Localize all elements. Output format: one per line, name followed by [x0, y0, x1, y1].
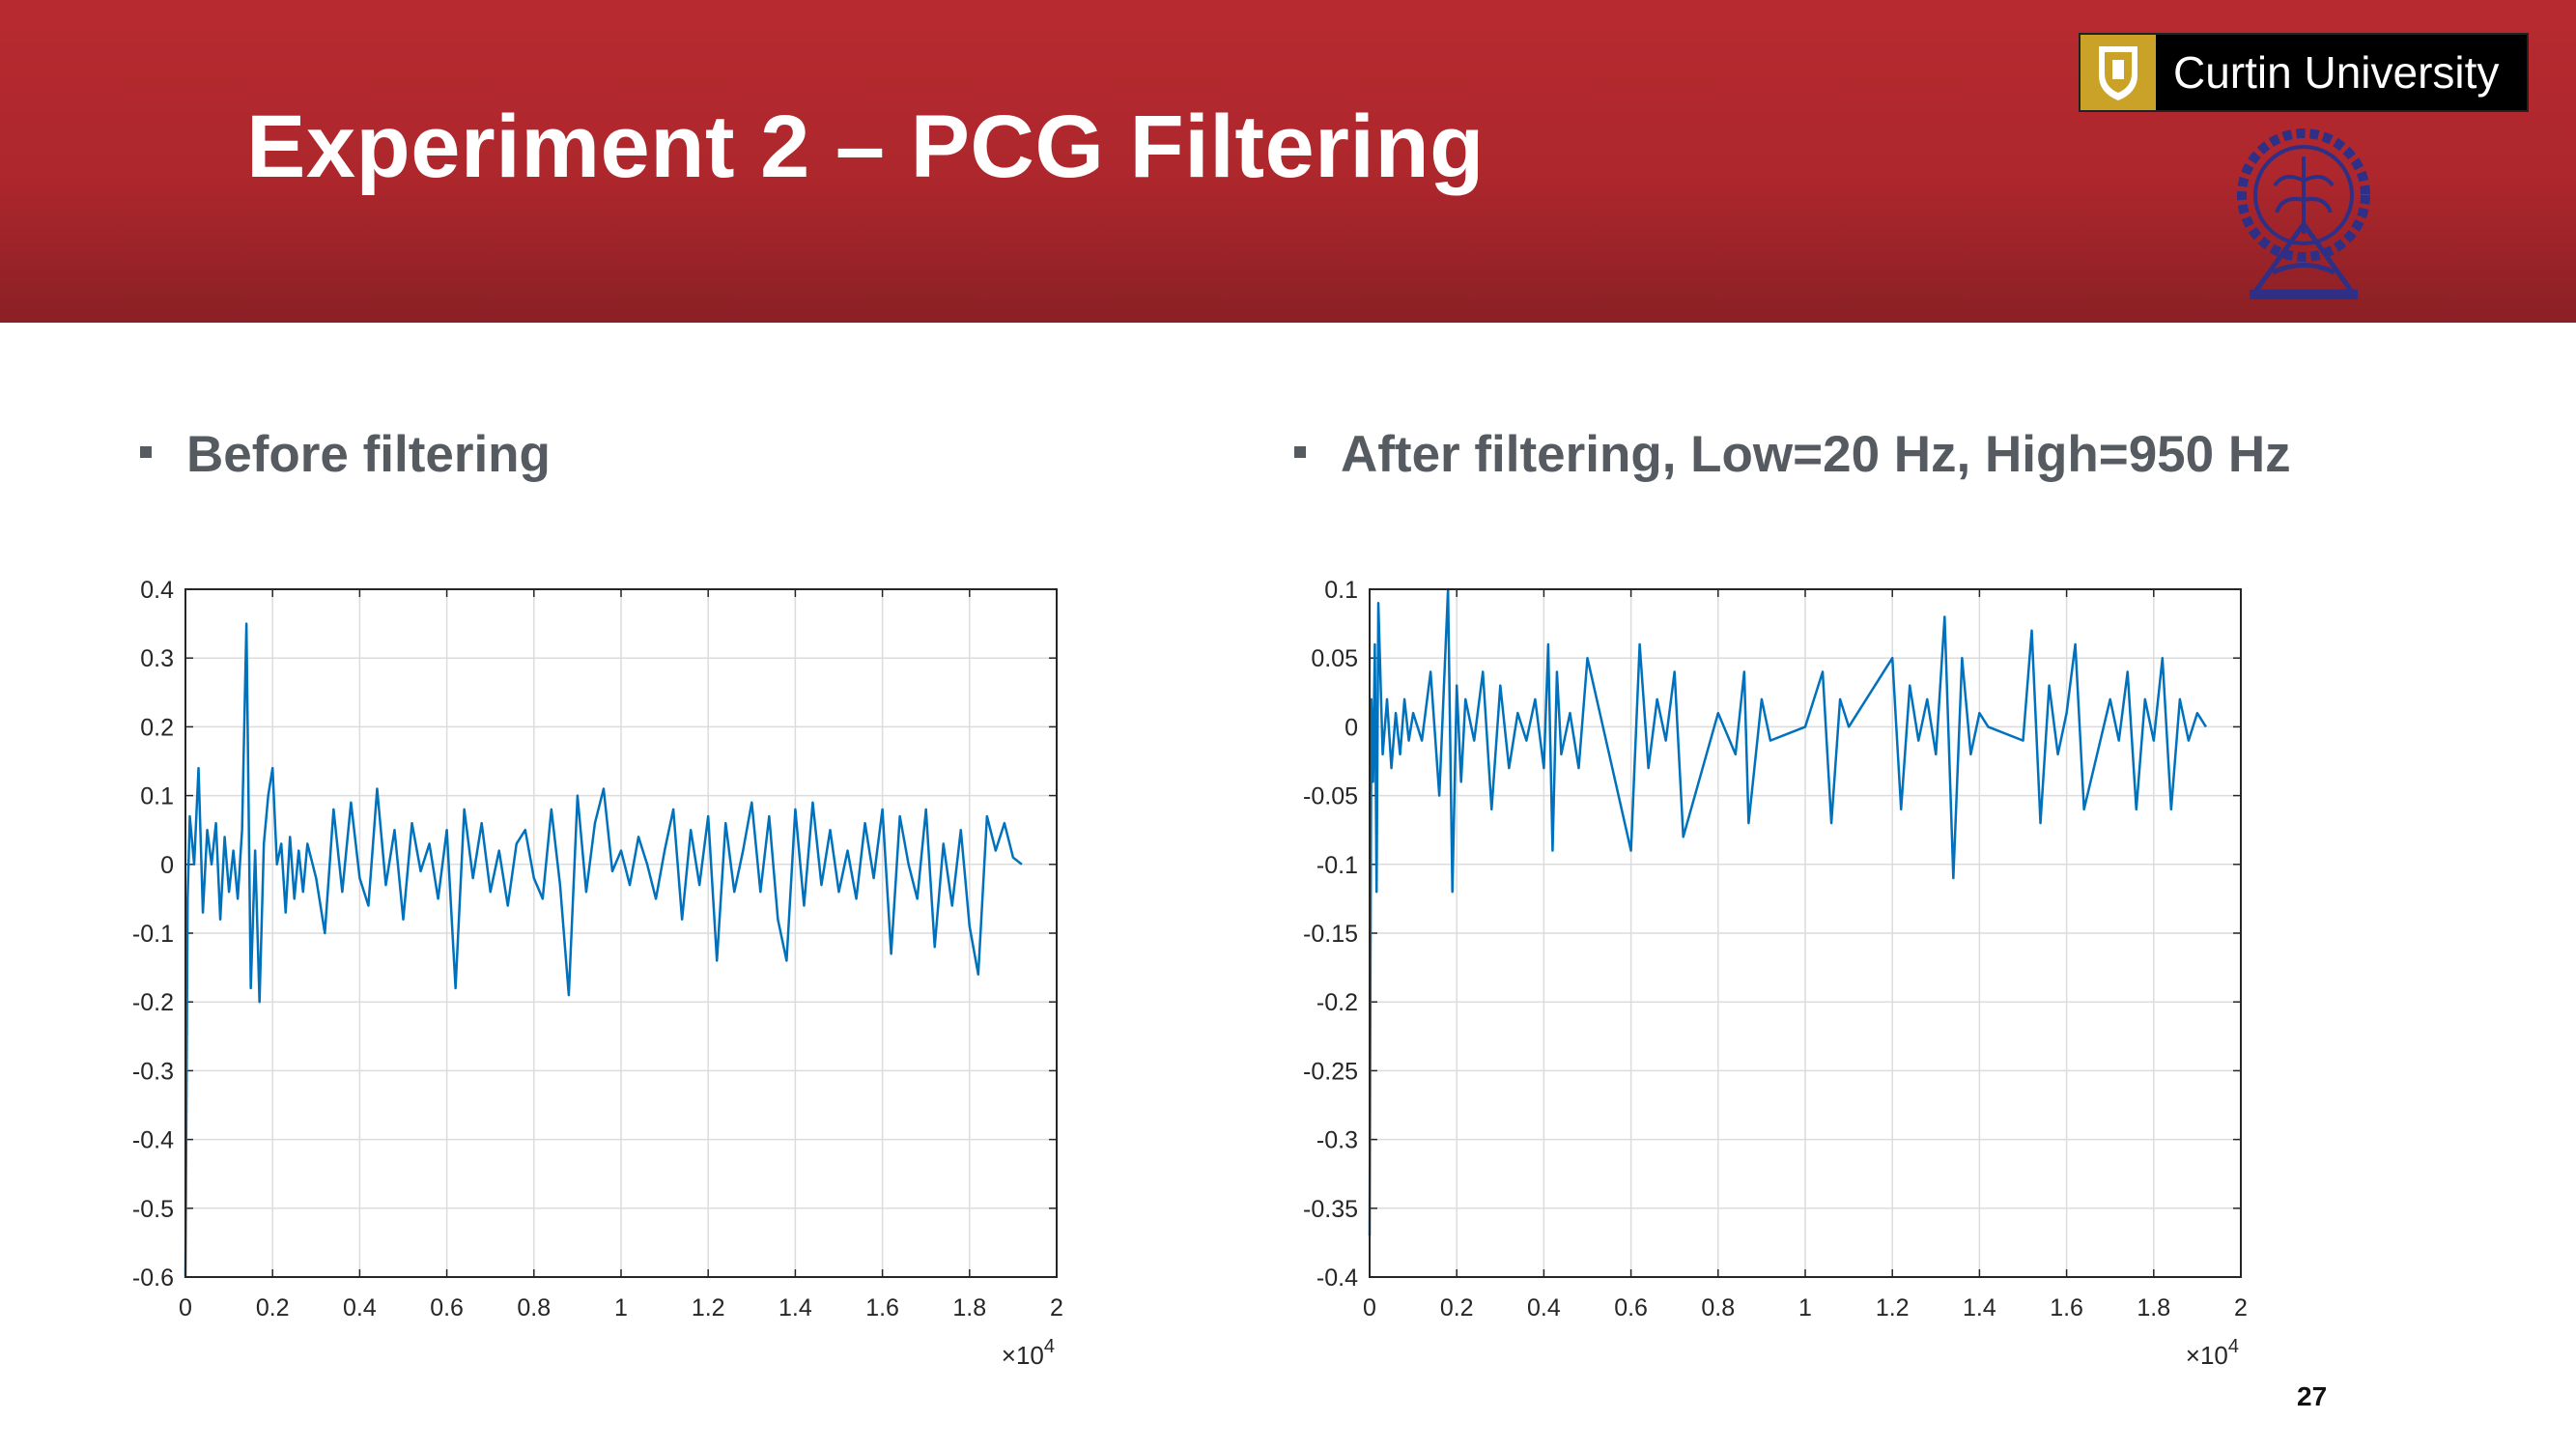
chart-before-filtering: 0 0.2 0.4 0.6 0.8 1 1.2 1.4 1.6 1.8 2 0.4 0.3 0.2 0.1 0… [132, 577, 1063, 1370]
logo-text: Curtin University [2173, 47, 2500, 98]
x-multiplier-label: ×104 [2186, 1336, 2239, 1370]
x-tick-label: 0.8 [1701, 1294, 1735, 1321]
curtin-logo: Curtin University [2079, 33, 2529, 112]
x-tick-label: 0.4 [343, 1294, 377, 1321]
y-tick-label: -0.2 [132, 989, 174, 1016]
page-number: 27 [2297, 1381, 2328, 1411]
x-tick-label: 0.6 [1614, 1294, 1648, 1321]
x-tick-label: 1.8 [952, 1294, 986, 1321]
x-tick-label: 2 [1050, 1294, 1063, 1321]
bullet-before: Before filtering [140, 425, 551, 484]
y-tick-label: 0.3 [140, 645, 174, 672]
institute-emblem-icon [2226, 128, 2381, 301]
y-tick-label: 0.2 [140, 714, 174, 741]
slide-title: Experiment 2 – PCG Filtering [246, 98, 1485, 196]
x-tick-label: 0.8 [517, 1294, 551, 1321]
bullet-after-label: After filtering, Low=20 Hz, High=950 Hz [1341, 426, 2291, 483]
y-tick-label: -0.3 [1316, 1127, 1358, 1154]
y-tick-label: -0.35 [1303, 1196, 1358, 1223]
bullet-square-icon [1294, 446, 1306, 458]
x-tick-label: 1.6 [865, 1294, 899, 1321]
x-tick-label: 1.2 [1876, 1294, 1910, 1321]
x-tick-label: 1.4 [1963, 1294, 1996, 1321]
x-tick-label: 0.4 [1527, 1294, 1561, 1321]
bullet-after: After filtering, Low=20 Hz, High=950 Hz [1294, 425, 2291, 484]
y-tick-label: 0 [1345, 714, 1358, 741]
y-tick-label: -0.4 [1316, 1264, 1358, 1292]
x-tick-label: 0 [1363, 1294, 1376, 1321]
x-tick-label: 1 [1798, 1294, 1812, 1321]
y-tick-label: -0.1 [1316, 852, 1358, 879]
x-tick-label: 1.2 [692, 1294, 725, 1321]
x-tick-label: 1.8 [2137, 1294, 2170, 1321]
x-tick-label: 1.4 [778, 1294, 812, 1321]
y-tick-label: -0.3 [132, 1058, 174, 1085]
x-tick-label: 1.6 [2050, 1294, 2083, 1321]
y-tick-label: -0.15 [1303, 921, 1358, 948]
bullet-before-label: Before filtering [186, 426, 551, 483]
chart-after-filtering: 0 0.2 0.4 0.6 0.8 1 1.2 1.4 1.6 1.8 2 0.1 0.05 0 -0.05… [1303, 577, 2248, 1370]
y-tick-label: -0.6 [132, 1264, 174, 1292]
x-tick-label: 0.2 [256, 1294, 290, 1321]
y-tick-label: -0.1 [132, 921, 174, 948]
x-tick-label: 0.2 [1440, 1294, 1474, 1321]
y-tick-label: 0.1 [1324, 577, 1358, 604]
x-multiplier-label: ×104 [1002, 1336, 1055, 1370]
y-tick-label: -0.05 [1303, 783, 1358, 810]
x-tick-label: 1 [614, 1294, 628, 1321]
y-tick-label: 0 [160, 852, 174, 879]
x-tick-label: 0.6 [430, 1294, 464, 1321]
y-tick-label: -0.25 [1303, 1058, 1358, 1085]
crest-icon [2081, 35, 2156, 110]
y-tick-label: -0.4 [132, 1127, 174, 1154]
y-tick-label: 0.1 [140, 783, 174, 810]
bullet-square-icon [140, 446, 152, 458]
x-tick-label: 2 [2234, 1294, 2248, 1321]
y-tick-label: 0.4 [140, 577, 174, 604]
y-tick-label: -0.2 [1316, 989, 1358, 1016]
x-tick-label: 0 [179, 1294, 192, 1321]
y-tick-label: -0.5 [132, 1196, 174, 1223]
y-tick-label: 0.05 [1311, 645, 1358, 672]
